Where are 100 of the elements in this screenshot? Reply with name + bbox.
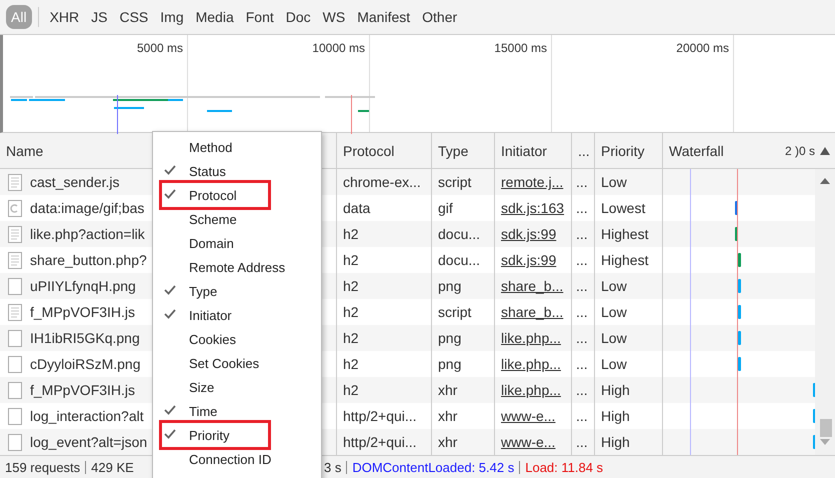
truncated-cell: ... <box>576 252 588 268</box>
name-cell[interactable]: IH1ibRI5GKq.png <box>0 325 152 352</box>
filter-tab[interactable]: Media <box>190 4 239 29</box>
name-cell[interactable]: log_interaction?alt <box>0 403 152 430</box>
column-header[interactable]: Type <box>438 142 468 159</box>
priority-cell: High <box>601 408 630 424</box>
name-cell[interactable]: f_MPpVOF3IH.js <box>0 377 152 404</box>
scroll-up-icon[interactable] <box>820 178 830 184</box>
menu-item[interactable]: Initiator <box>153 303 321 327</box>
truncated-cell: ... <box>576 330 588 346</box>
menu-item[interactable]: Set Cookies <box>153 351 321 375</box>
column-header[interactable]: Priority <box>601 142 645 159</box>
protocol-cell: h2 <box>343 304 359 320</box>
protocol-cell: h2 <box>343 278 359 294</box>
menu-item[interactable]: Status <box>153 159 321 183</box>
name-cell[interactable]: cDyyloiRSzM.png <box>0 351 152 378</box>
dom-content-loaded: DOMContentLoaded: 5.42 s <box>346 460 520 474</box>
truncated-cell: ... <box>576 174 588 190</box>
protocol-cell: http/2+qui... <box>343 434 417 450</box>
finish-time: 3 s <box>323 460 342 474</box>
timeline-tick: 10000 ms <box>312 40 365 55</box>
initiator-link[interactable]: like.php... <box>501 382 561 398</box>
truncated-cell: ... <box>576 408 588 424</box>
priority-cell: Low <box>601 330 627 346</box>
priority-cell: Lowest <box>601 200 646 216</box>
menu-item[interactable]: Scheme <box>153 207 321 231</box>
type-cell: xhr <box>438 434 458 450</box>
protocol-cell: h2 <box>343 252 359 268</box>
column-header[interactable]: Waterfall <box>669 142 724 159</box>
initiator-link[interactable]: like.php... <box>501 356 561 372</box>
menu-item[interactable]: Connection ID <box>153 447 321 471</box>
filter-tab[interactable]: Other <box>417 4 462 29</box>
filter-tab[interactable]: Doc <box>280 4 316 29</box>
protocol-cell: http/2+qui... <box>343 408 417 424</box>
menu-item[interactable]: Cookies <box>153 327 321 351</box>
menu-item[interactable]: Protocol <box>153 183 321 207</box>
timeline-tick: 5000 ms <box>136 40 183 55</box>
name-cell[interactable]: cast_sender.js <box>0 169 152 196</box>
type-cell: xhr <box>438 408 458 424</box>
menu-item[interactable]: Remote Address <box>153 255 321 279</box>
initiator-link[interactable]: share_b... <box>501 304 564 320</box>
menu-item[interactable]: Size <box>153 375 321 399</box>
load-marker <box>351 94 353 134</box>
filter-tab[interactable]: WS <box>318 4 350 29</box>
document-icon <box>8 252 22 269</box>
name-cell[interactable]: like.php?action=lik <box>0 221 152 248</box>
initiator-link[interactable]: www-e... <box>501 434 556 450</box>
filter-tab[interactable]: Font <box>240 4 279 29</box>
initiator-link[interactable]: remote.j... <box>501 174 564 190</box>
column-header[interactable]: Initiator <box>501 142 547 159</box>
type-cell: docu... <box>438 252 480 268</box>
column-header[interactable]: ... <box>578 142 590 159</box>
filter-tab[interactable]: JS <box>86 4 112 29</box>
truncated-cell: ... <box>576 200 588 216</box>
name-cell[interactable]: f_MPpVOF3IH.js <box>0 299 152 326</box>
menu-item[interactable]: Method <box>153 135 321 159</box>
type-cell: xhr <box>438 382 458 398</box>
name-cell[interactable]: data:image/gif;bas <box>0 195 152 222</box>
type-cell: png <box>438 330 462 346</box>
menu-item[interactable]: Priority <box>153 423 321 447</box>
filter-tab[interactable]: CSS <box>114 4 154 29</box>
name-cell[interactable]: uPIIYLfynqH.png <box>0 273 152 300</box>
file-icon <box>8 330 22 347</box>
initiator-link[interactable]: sdk.js:99 <box>501 252 556 268</box>
truncated-cell: ... <box>576 356 588 372</box>
initiator-link[interactable]: like.php... <box>501 330 561 346</box>
initiator-link[interactable]: sdk.js:99 <box>501 226 556 242</box>
menu-item[interactable]: Type <box>153 279 321 303</box>
column-header[interactable]: Name <box>6 142 44 159</box>
file-icon <box>8 278 22 295</box>
timeline-tick: 20000 ms <box>676 40 729 55</box>
dom-loaded-marker <box>117 94 119 134</box>
loading-icon <box>8 200 22 217</box>
menu-item[interactable]: Domain <box>153 231 321 255</box>
document-icon <box>8 174 22 191</box>
priority-cell: Low <box>601 174 627 190</box>
priority-cell: Low <box>601 356 627 372</box>
priority-cell: High <box>601 434 630 450</box>
file-icon <box>8 356 22 373</box>
filter-tab[interactable]: Img <box>155 4 189 29</box>
scrollbar-thumb[interactable] <box>820 419 832 438</box>
initiator-link[interactable]: sdk.js:163 <box>501 200 564 216</box>
protocol-cell: h2 <box>343 330 359 346</box>
protocol-cell: data <box>343 200 370 216</box>
name-cell[interactable]: log_event?alt=json <box>0 429 152 456</box>
name-cell[interactable]: share_button.php? <box>0 247 152 274</box>
menu-item[interactable]: Time <box>153 399 321 423</box>
filter-tab[interactable]: XHR <box>44 4 84 29</box>
protocol-cell: h2 <box>343 356 359 372</box>
truncated-cell: ... <box>576 434 588 450</box>
sort-arrow-icon[interactable] <box>820 146 830 155</box>
initiator-link[interactable]: share_b... <box>501 278 564 294</box>
priority-cell: Highest <box>601 226 648 242</box>
filter-tab[interactable]: Manifest <box>352 4 416 29</box>
initiator-link[interactable]: www-e... <box>501 408 556 424</box>
column-header[interactable]: Protocol <box>343 142 394 159</box>
timeline-tick: 15000 ms <box>494 40 547 55</box>
scrollbar-track[interactable] <box>815 169 835 456</box>
priority-cell: Low <box>601 304 627 320</box>
document-icon <box>8 226 22 243</box>
